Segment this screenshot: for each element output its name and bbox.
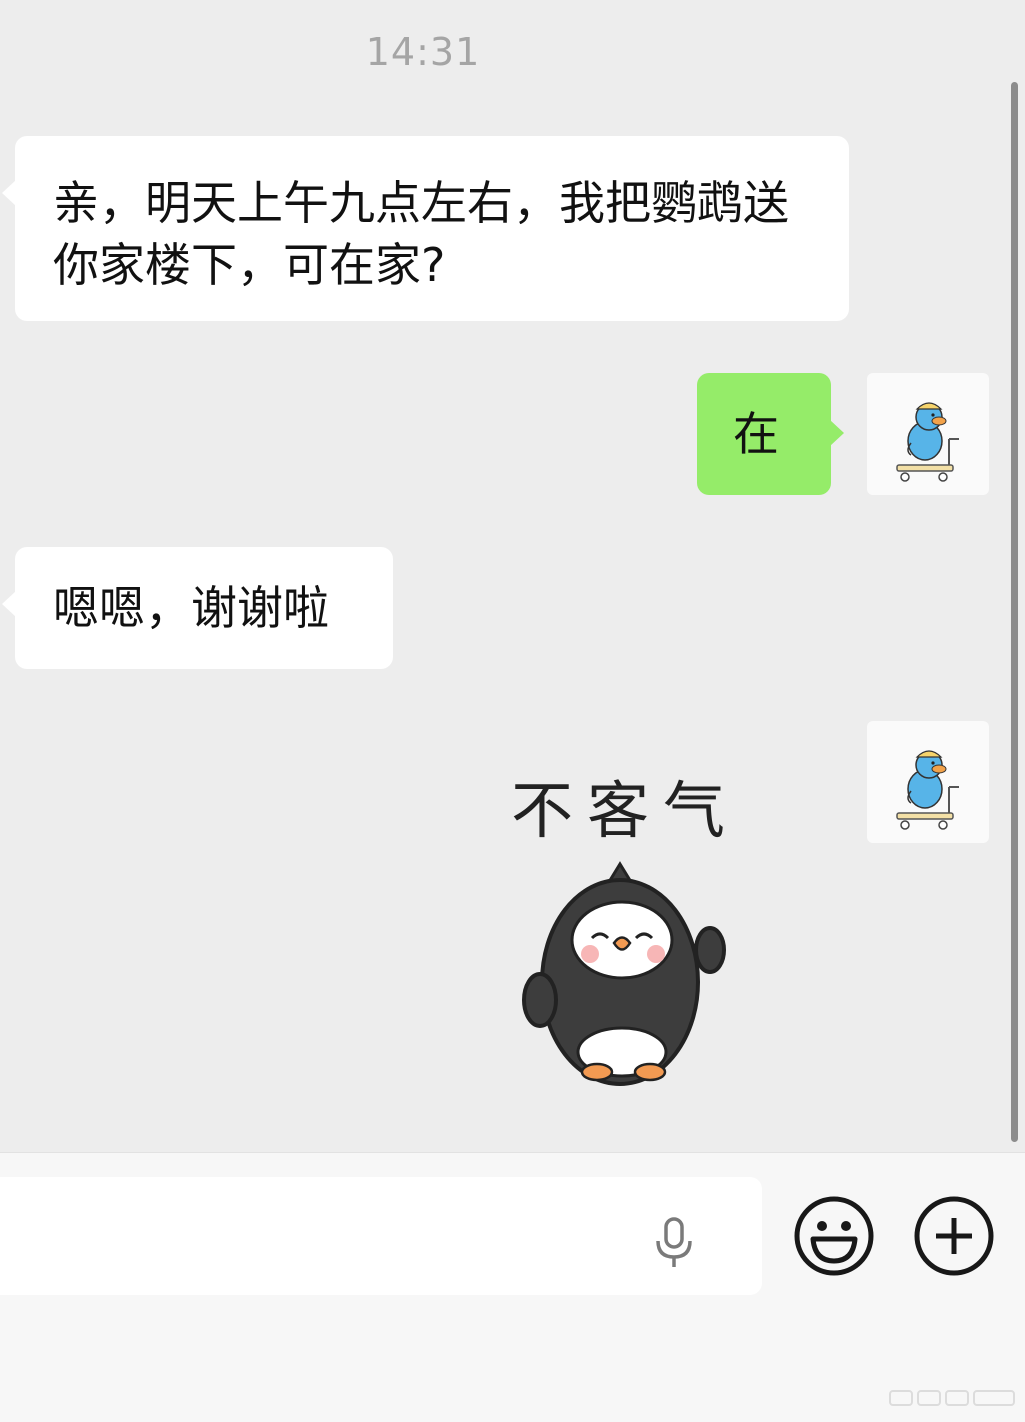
blue-bird-on-cart-icon	[896, 750, 959, 830]
blue-bird-on-cart-icon	[896, 402, 959, 482]
incoming-message-bubble[interactable]: 亲，明天上午九点左右，我把鹦鹉送你家楼下，可在家?	[2, 136, 849, 321]
incoming-message-bubble[interactable]: 嗯嗯，谢谢啦	[2, 547, 393, 669]
chat-input-bar	[0, 1152, 1025, 1422]
penguin-sticker-message[interactable]: 不客气	[500, 760, 750, 1100]
plus-circle-icon[interactable]	[913, 1195, 995, 1277]
message-text: 在	[733, 407, 779, 461]
message-timestamp: 14:31	[365, 30, 481, 74]
smiley-face-icon[interactable]	[793, 1195, 875, 1277]
watermark-mark	[889, 1390, 1015, 1406]
message-text: 嗯嗯，谢谢啦	[53, 581, 329, 635]
my-avatar[interactable]	[867, 373, 989, 495]
message-text: 亲，明天上午九点左右，我把鹦鹉送你家楼下，可在家?	[53, 176, 789, 292]
message-input-field[interactable]	[0, 1177, 762, 1295]
chat-scrollbar[interactable]	[1011, 82, 1018, 1142]
outgoing-message-bubble[interactable]: 在	[697, 373, 844, 495]
sticker-caption: 不客气	[511, 774, 739, 847]
penguin-icon	[522, 861, 726, 1086]
my-avatar[interactable]	[867, 721, 989, 843]
microphone-icon[interactable]	[644, 1211, 704, 1271]
